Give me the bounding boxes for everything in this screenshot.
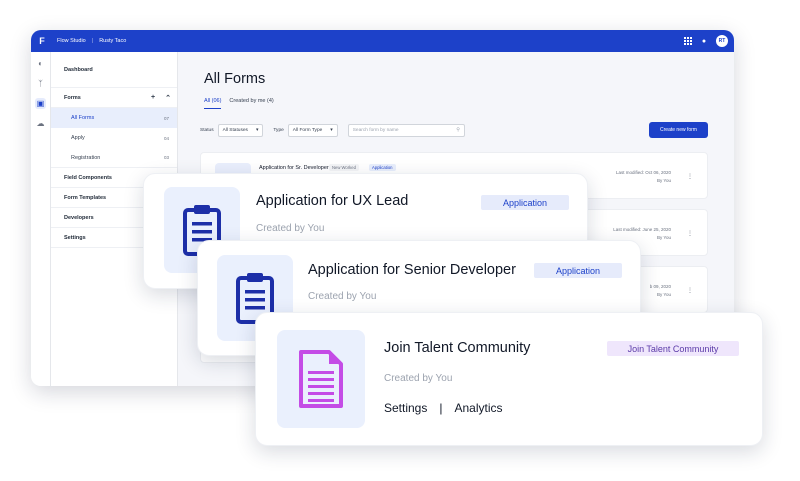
chevron-down-icon: ▾ [330, 128, 333, 133]
forms-controls: + ⌃ [151, 94, 171, 102]
workspace-name[interactable]: Rusty Taco [99, 38, 126, 44]
flow-icon[interactable]: ᛉ [35, 78, 46, 89]
stage: F Flow Studio | Rusty Taco ● RT ◐ ᛉ ▣ ☁ … [0, 0, 800, 481]
search-input[interactable]: Search form by name ⚲ [347, 124, 465, 137]
top-bar: F Flow Studio | Rusty Taco ● RT [31, 30, 734, 52]
cloud-icon[interactable]: ☁ [35, 118, 46, 129]
chevron-up-icon[interactable]: ⌃ [165, 94, 171, 102]
avatar[interactable]: RT [716, 35, 728, 47]
type-badge: Join Talent Community [607, 341, 739, 356]
icon-rail: ◐ ᛉ ▣ ☁ [31, 52, 51, 386]
sidebar-item-all-forms[interactable]: All Forms 07 [51, 108, 177, 128]
chevron-down-icon: ▾ [255, 128, 259, 133]
settings-link[interactable]: Settings [384, 401, 427, 415]
status-value: All Statuses [222, 128, 248, 133]
type-value: All Form Type [292, 128, 323, 133]
type-select[interactable]: All Form Type ▾ [287, 124, 338, 137]
card-title[interactable]: Application for UX Lead [256, 193, 408, 209]
card-subtitle: Created by You [256, 223, 325, 234]
card-links: Settings | Analytics [384, 401, 503, 415]
sidebar-item-label: Form Templates [64, 194, 107, 201]
plus-icon[interactable]: + [151, 94, 155, 102]
status-badge: New Worked [329, 164, 359, 171]
top-bar-actions: ● RT [684, 30, 728, 52]
sidebar-item-label: Developers [64, 214, 94, 221]
search-icon: ⚲ [456, 128, 460, 133]
row-meta: Last modified: Oct 06, 2020 By You [616, 169, 671, 185]
modified-by: By You [656, 178, 671, 183]
status-label: Status [200, 128, 214, 133]
sidebar-item-apply[interactable]: Apply 04 [51, 128, 177, 148]
count-badge: 03 [163, 155, 169, 160]
analytics-link[interactable]: Analytics [454, 401, 502, 415]
more-icon[interactable]: ⋮ [687, 287, 693, 294]
forms-icon[interactable]: ▣ [35, 98, 46, 109]
document-icon-svg [299, 350, 343, 408]
sidebar-item-dashboard[interactable]: Dashboard [51, 52, 177, 88]
filters: Status All Statuses ▾ Type All Form Type ▾… [200, 124, 465, 137]
modified-date: b 09, 2020 [649, 284, 671, 289]
more-icon[interactable]: ⋮ [687, 230, 693, 237]
page-title: All Forms [204, 71, 266, 87]
bell-icon[interactable]: ● [700, 37, 708, 45]
type-badge: Application [369, 164, 396, 171]
sidebar-item-label: Apply [71, 135, 85, 141]
card-subtitle: Created by You [384, 373, 453, 384]
form-name[interactable]: Application for Sr. Developer [259, 165, 329, 171]
modified-date: Last modified: Oct 06, 2020 [615, 170, 671, 175]
modified-date: Last modified: June 25, 2020 [613, 227, 671, 232]
logo-icon[interactable]: F [31, 30, 53, 52]
card-title[interactable]: Join Talent Community [384, 340, 530, 356]
sidebar-item-label: Registration [71, 154, 101, 161]
tabs: All (06) Created by me (4) [204, 98, 274, 109]
document-icon [277, 330, 365, 428]
count-badge: 04 [163, 135, 169, 141]
tab-all[interactable]: All (06) [204, 98, 222, 109]
tab-created-by-me[interactable]: Created by me (4) [229, 98, 273, 109]
sidebar-item-forms[interactable]: Forms + ⌃ [51, 88, 177, 108]
sidebar-item-label: All Forms [71, 115, 95, 121]
sidebar-item-label: Dashboard [64, 66, 93, 73]
divider: | [91, 38, 94, 44]
card-title[interactable]: Application for Senior Developer [308, 262, 516, 278]
status-select[interactable]: All Statuses ▾ [217, 124, 264, 137]
type-badge: Application [481, 195, 569, 210]
more-icon[interactable]: ⋮ [687, 173, 693, 180]
sidebar-item-registration[interactable]: Registration 03 [51, 148, 177, 168]
apps-grid-icon[interactable] [684, 37, 692, 45]
type-label: Type [273, 128, 284, 133]
sidebar-item-label: Forms [64, 94, 81, 101]
create-new-form-button[interactable]: Create new form [649, 122, 708, 138]
card-subtitle: Created by You [308, 291, 377, 302]
dashboard-icon[interactable]: ◐ [35, 58, 46, 69]
modified-by: By You [656, 292, 671, 297]
sidebar-item-label: Field Components [64, 174, 112, 181]
form-card-join-talent-community[interactable]: Join Talent Community Created by You Joi… [255, 312, 763, 446]
count-badge: 07 [163, 115, 169, 121]
sidebar-item-label: Settings [64, 234, 86, 241]
type-badge: Application [534, 263, 622, 278]
search-placeholder: Search form by name [352, 128, 399, 133]
app-name: Flow Studio [57, 38, 86, 44]
row-meta: b 09, 2020 By You [650, 283, 671, 299]
link-separator: | [439, 401, 443, 415]
